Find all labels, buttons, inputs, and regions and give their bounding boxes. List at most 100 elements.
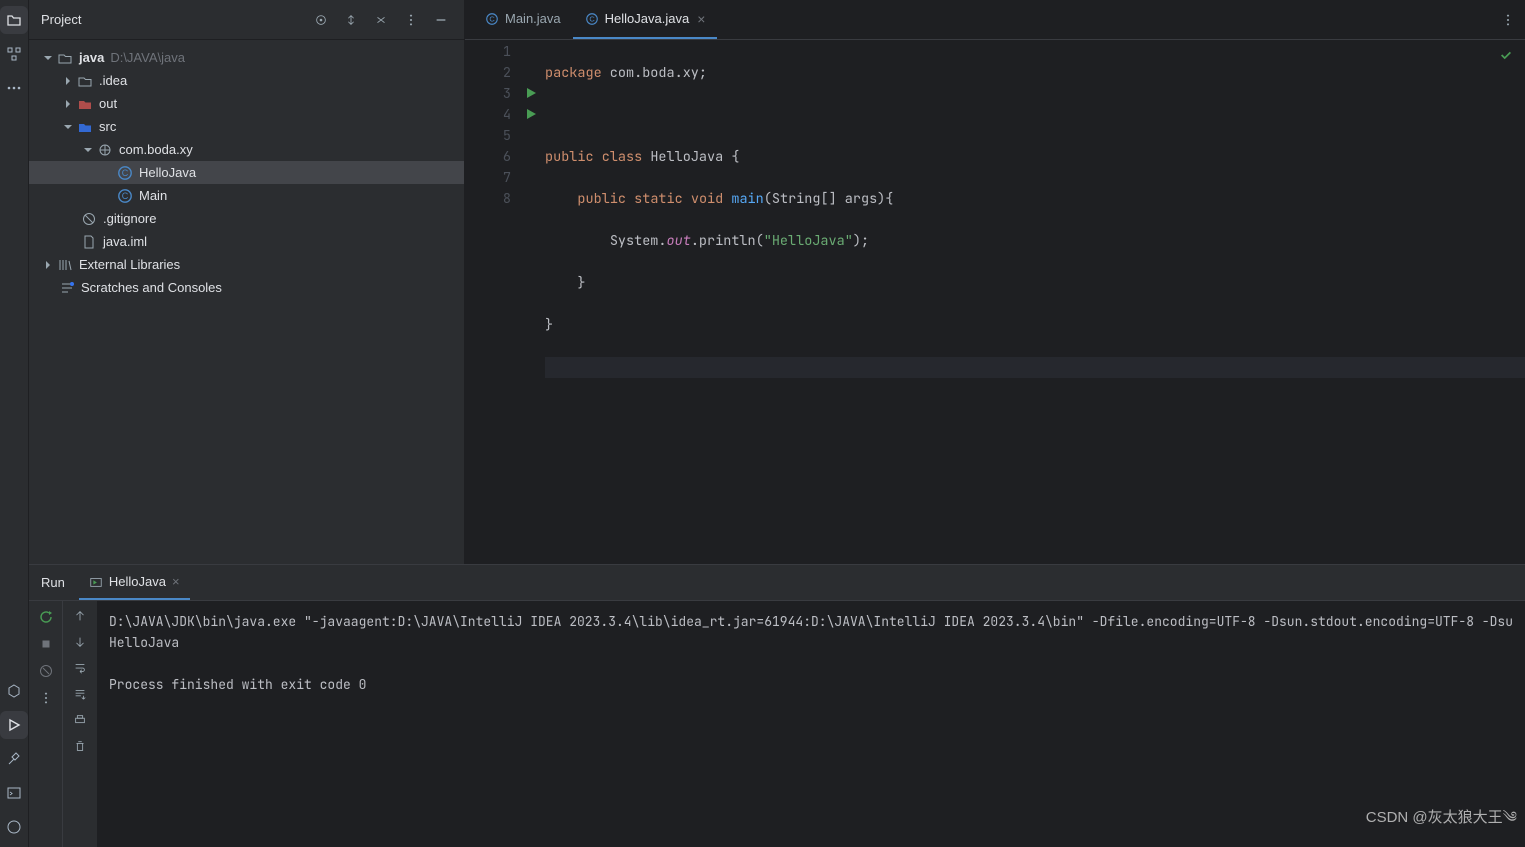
structure-rail-button[interactable] xyxy=(0,40,28,68)
stop-icon xyxy=(39,637,53,651)
tree-label: java xyxy=(79,50,104,65)
svg-text:C: C xyxy=(122,191,129,201)
run-toolbar-nav xyxy=(63,601,97,847)
line-number: 2 xyxy=(503,64,511,82)
tree-row-iml[interactable]: java.iml xyxy=(29,230,464,253)
project-panel-title: Project xyxy=(41,12,81,27)
hexagon-icon xyxy=(6,683,22,699)
class-icon: C xyxy=(485,12,499,26)
collapse-icon xyxy=(374,13,388,27)
tree-row-src[interactable]: src xyxy=(29,115,464,138)
chevron-right-icon[interactable] xyxy=(41,258,55,272)
console-output: HelloJava xyxy=(109,634,179,651)
code-text: } xyxy=(545,316,553,334)
hide-panel-button[interactable] xyxy=(430,9,452,31)
editor-more-button[interactable] xyxy=(1501,13,1515,27)
tree-path: D:\JAVA\java xyxy=(110,50,185,65)
run-console[interactable]: D:\JAVA\JDK\bin\java.exe "-javaagent:D:\… xyxy=(97,601,1525,847)
services-rail-button[interactable] xyxy=(0,677,28,705)
code-keyword: class xyxy=(602,148,643,166)
run-panel-header: Run HelloJava × xyxy=(29,565,1525,601)
stop-button[interactable] xyxy=(39,637,53,651)
editor-tab-hellojava[interactable]: C HelloJava.java × xyxy=(573,0,718,39)
build-rail-button[interactable] xyxy=(0,745,28,773)
console-exit: Process finished with exit code 0 xyxy=(109,676,366,693)
tree-row-scratches[interactable]: Scratches and Consoles xyxy=(29,276,464,299)
close-run-tab-button[interactable]: × xyxy=(172,574,180,589)
tree-label: out xyxy=(99,96,117,111)
down-button[interactable] xyxy=(73,635,87,649)
code-text: { xyxy=(723,148,739,166)
class-icon: C xyxy=(117,188,133,204)
inspection-ok-icon[interactable] xyxy=(1499,48,1513,62)
terminal-icon xyxy=(6,785,22,801)
run-tab-hellojava[interactable]: HelloJava × xyxy=(79,565,190,600)
chevron-right-icon[interactable] xyxy=(61,97,75,111)
clear-button[interactable] xyxy=(73,739,87,753)
module-icon xyxy=(57,50,73,66)
exit-icon xyxy=(38,663,54,679)
chevron-right-icon[interactable] xyxy=(61,74,75,88)
up-button[interactable] xyxy=(73,609,87,623)
close-tab-button[interactable]: × xyxy=(697,11,705,27)
svg-text:C: C xyxy=(589,14,595,23)
expand-all-button[interactable] xyxy=(340,9,362,31)
run-toolbar-left xyxy=(29,601,63,847)
editor-tab-main[interactable]: C Main.java xyxy=(473,0,573,39)
code-area[interactable]: package com.boda.xy; public class HelloJ… xyxy=(521,40,1525,564)
tree-label: HelloJava xyxy=(139,165,196,180)
line-number: 6 xyxy=(503,148,511,166)
code-keyword: public xyxy=(545,148,594,166)
code-text: com.boda.xy; xyxy=(602,64,707,82)
print-button[interactable] xyxy=(73,713,87,727)
tree-row-package[interactable]: com.boda.xy xyxy=(29,138,464,161)
soft-wrap-button[interactable] xyxy=(73,661,87,675)
run-more-button[interactable] xyxy=(39,691,53,705)
tab-label: Main.java xyxy=(505,11,561,26)
more-vertical-icon xyxy=(404,13,418,27)
code-field: out xyxy=(667,232,691,250)
tree-row-out[interactable]: out xyxy=(29,92,464,115)
problems-rail-button[interactable] xyxy=(0,813,28,841)
code-keyword: package xyxy=(545,64,602,82)
editor-panel: C Main.java C HelloJava.java × 1 xyxy=(465,0,1525,564)
panel-options-button[interactable] xyxy=(400,9,422,31)
run-rail-button[interactable] xyxy=(0,711,28,739)
project-tree[interactable]: java D:\JAVA\java .idea xyxy=(29,40,464,564)
chevron-down-icon[interactable] xyxy=(81,143,95,157)
select-opened-file-button[interactable] xyxy=(310,9,332,31)
tree-row-gitignore[interactable]: .gitignore xyxy=(29,207,464,230)
arrow-down-icon xyxy=(73,635,87,649)
tree-row-root[interactable]: java D:\JAVA\java xyxy=(29,46,464,69)
rerun-button[interactable] xyxy=(38,609,54,625)
more-rail-button[interactable] xyxy=(0,74,28,102)
code-text: .println( xyxy=(691,232,764,250)
console-cmd: D:\JAVA\JDK\bin\java.exe "-javaagent:D:\… xyxy=(109,613,1513,630)
file-icon xyxy=(81,234,97,250)
tree-row-external-libs[interactable]: External Libraries xyxy=(29,253,464,276)
scroll-end-button[interactable] xyxy=(73,687,87,701)
hammer-icon xyxy=(6,751,22,767)
chevron-down-icon[interactable] xyxy=(61,120,75,134)
target-icon xyxy=(314,13,328,27)
class-icon: C xyxy=(585,12,599,26)
project-rail-button[interactable] xyxy=(0,6,28,34)
terminal-rail-button[interactable] xyxy=(0,779,28,807)
minimize-icon xyxy=(434,13,448,27)
tree-label: .idea xyxy=(99,73,127,88)
line-number: 3 xyxy=(503,85,511,103)
tree-label: .gitignore xyxy=(103,211,156,226)
tree-row-hellojava[interactable]: C HelloJava xyxy=(29,161,464,184)
info-icon xyxy=(6,819,22,835)
editor-body[interactable]: 1 2 3 4 5 6 7 8 package com.boda.xy; pub… xyxy=(465,40,1525,564)
gitignore-icon xyxy=(81,211,97,227)
scratches-icon xyxy=(59,280,75,296)
chevron-down-icon[interactable] xyxy=(41,51,55,65)
tree-row-main[interactable]: C Main xyxy=(29,184,464,207)
exit-button[interactable] xyxy=(38,663,54,679)
expand-icon xyxy=(344,13,358,27)
structure-icon xyxy=(6,46,22,62)
tree-row-idea[interactable]: .idea xyxy=(29,69,464,92)
collapse-all-button[interactable] xyxy=(370,9,392,31)
library-icon xyxy=(57,257,73,273)
